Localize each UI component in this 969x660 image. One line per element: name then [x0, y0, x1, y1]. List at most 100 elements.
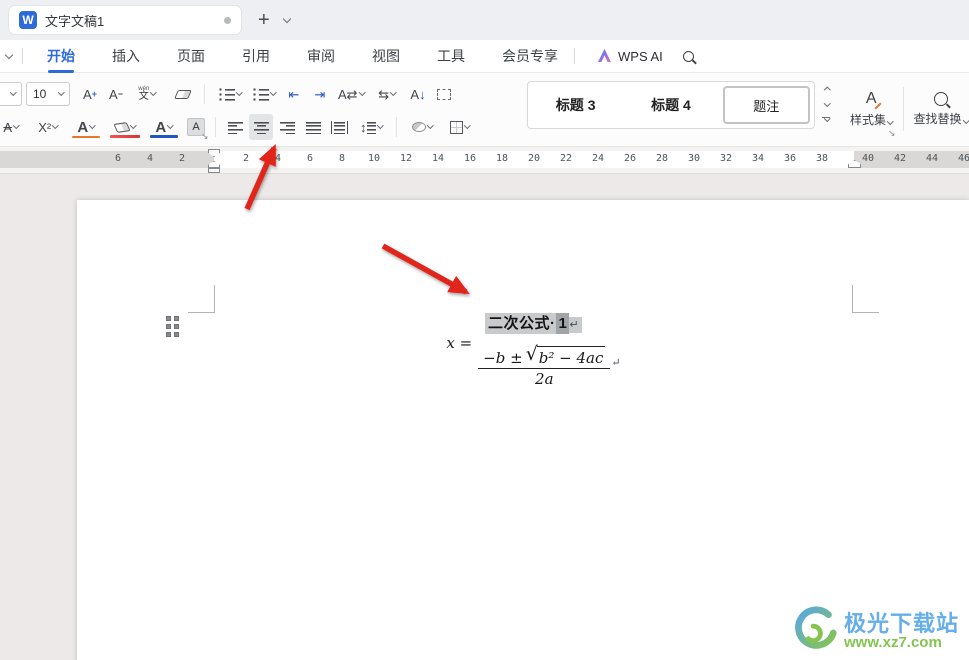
text-effects-button[interactable]: A [68, 114, 104, 140]
ruler-number: 44 [925, 153, 939, 164]
quick-access-chevron-icon[interactable] [4, 50, 14, 59]
align-center-button[interactable] [249, 114, 273, 140]
ruler-body-numbers: 2 4 6 8 10 12 14 16 18 20 22 24 26 28 30 32 34 36 38 [230, 153, 838, 164]
formula-sqrt: √ b² − 4ac [526, 344, 606, 367]
borders-button[interactable] [442, 114, 478, 140]
menu-tab-member[interactable]: 会员专享 [500, 40, 560, 72]
site-watermark: 极光下载站 www.xz7.com [790, 606, 959, 656]
styles-gallery: 标题 3 标题 4 题注 [527, 81, 815, 129]
menu-tab-review[interactable]: 审阅 [305, 40, 337, 72]
ruler-number: 6 [114, 153, 122, 164]
pinyin-guide-button[interactable]: wén 文 [130, 81, 164, 107]
new-tab-button[interactable]: + [258, 10, 270, 30]
document-tab-title: 文字文稿1 [45, 13, 105, 29]
styles-scroll-up-button[interactable] [818, 81, 834, 97]
style-heading3[interactable]: 标题 3 [528, 82, 623, 128]
highlight-button[interactable] [106, 114, 144, 140]
style-set-button[interactable]: A 样式集 [842, 81, 901, 137]
wps-ai-button[interactable]: WPS AI [597, 49, 663, 64]
menu-tab-tools[interactable]: 工具 [435, 40, 467, 72]
watermark-logo-icon [795, 606, 837, 649]
ruler-number: 38 [815, 153, 829, 164]
divider [574, 48, 575, 64]
grid-icon [437, 88, 451, 100]
text-adjust-icon: A⇄ [337, 86, 358, 102]
font-color-button[interactable]: A [146, 114, 182, 140]
style-caption-selected[interactable]: 题注 [719, 82, 814, 128]
paragraph-drag-handle[interactable] [166, 316, 179, 337]
ruler-number: 46 [957, 153, 969, 164]
bullet-list-button[interactable] [214, 81, 246, 107]
document-tab[interactable]: W 文字文稿1 [8, 5, 242, 35]
tab-list-chevron-icon[interactable] [282, 14, 291, 23]
menu-tab-references[interactable]: 引用 [240, 40, 272, 72]
left-indent-marker[interactable] [208, 168, 220, 173]
style-set-icon: A [865, 89, 877, 107]
styles-more-button[interactable] [818, 113, 834, 129]
decrease-font-button[interactable]: A − [104, 81, 128, 107]
numbered-list-button[interactable] [248, 81, 280, 107]
align-right-button[interactable] [275, 114, 299, 140]
ruler-number: 18 [495, 153, 509, 164]
sort-button[interactable]: A ↓ [406, 81, 430, 107]
wrap-text-button[interactable]: ⇆ [370, 81, 404, 107]
font-dialog-launcher-icon[interactable]: ↘ [201, 131, 209, 142]
find-replace-button[interactable]: 查找替换 [906, 81, 969, 137]
decrease-indent-button[interactable]: ⇤ [282, 81, 306, 107]
ruler-number: 2 [178, 153, 186, 164]
ruler-right-numbers: 40 42 44 46 [852, 153, 969, 164]
clear-format-button[interactable] [171, 81, 195, 107]
formula-denominator: 2a [478, 368, 611, 388]
menu-items: 开始 插入 页面 引用 审阅 视图 工具 会员专享 [45, 40, 560, 72]
ruler-number: 8 [338, 153, 346, 164]
line-spacing-button[interactable]: ↕ [353, 114, 389, 140]
borders-icon [450, 120, 464, 134]
distribute-icon [330, 120, 348, 134]
text-adjust-button[interactable]: A⇄ [334, 81, 368, 107]
justify-button[interactable] [301, 114, 325, 140]
styles-scroll-down-button[interactable] [818, 97, 834, 113]
ruler-number: 30 [687, 153, 701, 164]
font-size-value: 10 [33, 87, 47, 101]
menu-bar: 开始 插入 页面 引用 审阅 视图 工具 会员专享 WPS AI [0, 40, 969, 73]
shading-icon [411, 122, 426, 132]
increase-font-button[interactable]: A + [78, 81, 102, 107]
eraser-icon [174, 89, 192, 99]
menu-tab-home[interactable]: 开始 [45, 40, 77, 72]
styles-group: 标题 3 标题 4 题注 A 样式集 查找替换 [527, 81, 969, 137]
document-page[interactable]: 二次公式· 1 ↵ x = −b ± √ b² − 4ac 2a ↵ [77, 200, 969, 660]
superscript-button[interactable]: X² [30, 114, 66, 140]
style-heading4[interactable]: 标题 4 [623, 82, 718, 128]
numbered-list-icon [252, 87, 269, 101]
ruler-number: 20 [527, 153, 541, 164]
indent-icon: ⇥ [314, 86, 326, 102]
formula-fraction: −b ± √ b² − 4ac 2a [478, 344, 611, 388]
menu-tab-view[interactable]: 视图 [370, 40, 402, 72]
ruler-number: 14 [431, 153, 445, 164]
font-name-select[interactable] [0, 82, 22, 106]
menu-tab-insert[interactable]: 插入 [110, 40, 142, 72]
strikethrough-button[interactable]: A [0, 114, 28, 140]
formula-radicand: b² − 4ac [536, 346, 606, 367]
strikethrough-icon: A [3, 119, 13, 135]
pinyin-chevron-icon[interactable] [150, 89, 157, 96]
shading-button[interactable] [404, 114, 440, 140]
formula-line[interactable]: x = −b ± √ b² − 4ac 2a ↵ [215, 334, 852, 388]
align-left-button[interactable] [223, 114, 247, 140]
watermark-site-name: 极光下载站 [843, 610, 959, 636]
ruler-number: 6 [306, 153, 314, 164]
caption-heading-line[interactable]: 二次公式· 1 ↵ [215, 312, 852, 334]
distribute-button[interactable] [327, 114, 351, 140]
menu-tab-page[interactable]: 页面 [175, 40, 207, 72]
search-icon[interactable] [682, 50, 694, 62]
divider [22, 48, 23, 64]
divider [215, 117, 216, 137]
increase-indent-button[interactable]: ⇥ [308, 81, 332, 107]
ruler-number: 36 [783, 153, 797, 164]
formula-lhs: x = [446, 334, 473, 352]
font-size-select[interactable]: 10 [26, 82, 70, 106]
paragraph-layout-button[interactable] [432, 81, 456, 107]
ruler-number: 26 [623, 153, 637, 164]
font-color-bar [150, 134, 178, 138]
margin-corner-top-right [852, 285, 879, 313]
